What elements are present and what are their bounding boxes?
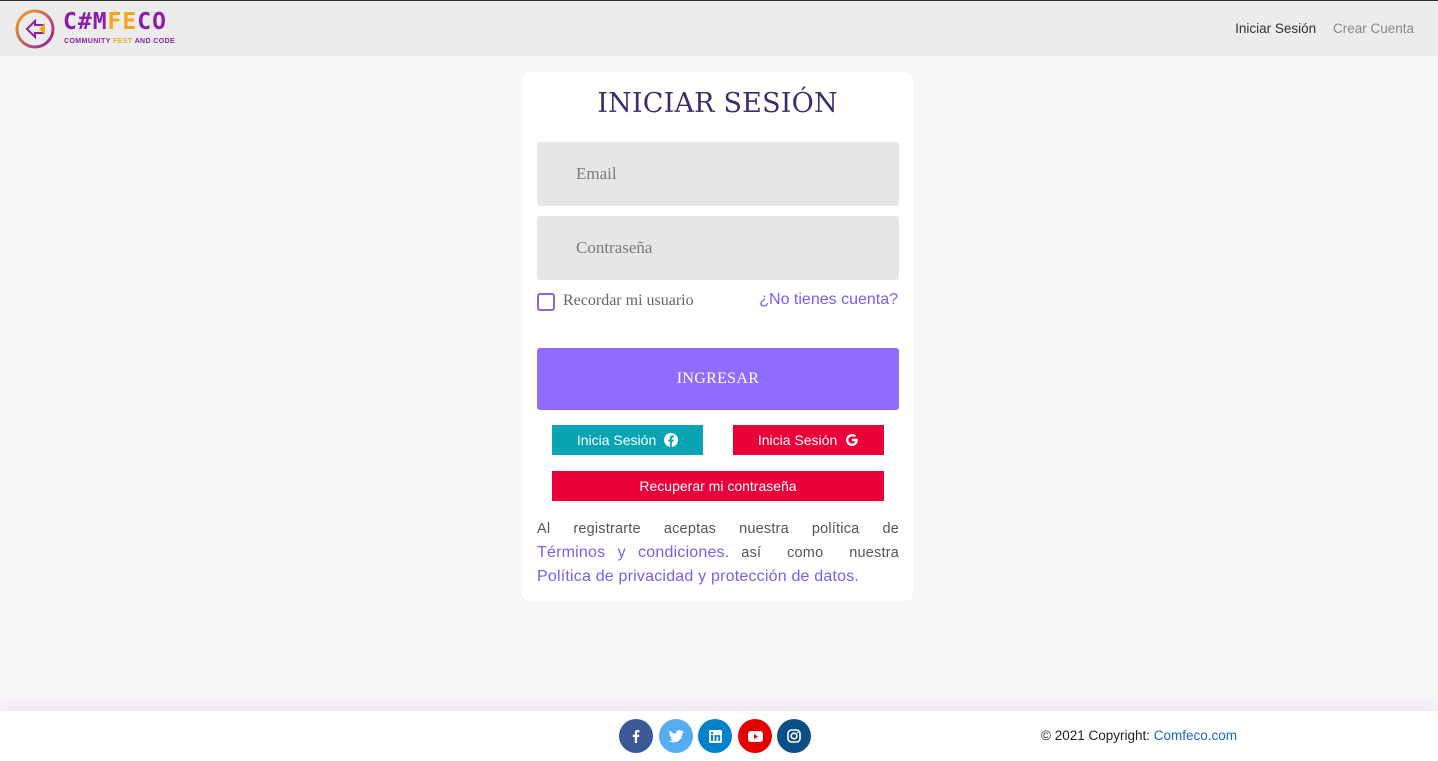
facebook-icon	[664, 433, 679, 447]
recover-password-button[interactable]: Recuperar mi contraseña	[552, 471, 884, 501]
password-input[interactable]	[537, 216, 899, 280]
logo-emblem-icon	[15, 9, 55, 49]
facebook-icon[interactable]	[619, 719, 653, 753]
terms-text-2: así como nuestra	[741, 545, 899, 561]
nav-signup-link[interactable]: Crear Cuenta	[1333, 21, 1414, 36]
twitter-icon[interactable]	[659, 719, 693, 753]
facebook-login-label: Inicia Sesión	[576, 432, 657, 448]
nav-links: Iniciar Sesión Crear Cuenta	[1222, 21, 1414, 36]
login-submit-button[interactable]: INGRESAR	[537, 348, 899, 410]
no-account-link[interactable]: ¿No tienes cuenta?	[759, 291, 898, 309]
nav-login-link[interactable]: Iniciar Sesión	[1235, 21, 1316, 36]
google-login-button[interactable]: Inicia Sesión	[733, 425, 884, 455]
facebook-login-button[interactable]: Inicia Sesión	[552, 425, 703, 455]
login-card: INICIAR SESIÓN Recordar mi usuario ¿No t…	[522, 72, 913, 601]
remember-checkbox[interactable]	[537, 293, 555, 311]
footer: © 2021 Copyright: Comfeco.com	[0, 711, 1438, 761]
linkedin-icon[interactable]	[698, 719, 732, 753]
youtube-icon[interactable]	[738, 719, 772, 753]
navbar: C#MFECO COMMUNITY FEST AND CODE Iniciar …	[0, 0, 1438, 56]
copyright: © 2021 Copyright: Comfeco.com	[1041, 728, 1237, 743]
logo-subtitle: COMMUNITY FEST AND CODE	[64, 38, 176, 45]
remember-label: Recordar mi usuario	[563, 292, 694, 309]
instagram-icon[interactable]	[777, 719, 811, 753]
copyright-text: © 2021 Copyright:	[1041, 728, 1154, 743]
email-input[interactable]	[537, 142, 899, 206]
page-title: INICIAR SESIÓN	[597, 88, 838, 119]
terms-link[interactable]: Términos y condiciones.	[537, 544, 729, 561]
privacy-link[interactable]: Política de privacidad y protección de d…	[537, 568, 859, 585]
terms-text: Al registrarte aceptas nuestra política …	[537, 521, 899, 537]
google-login-label: Inicia Sesión	[757, 432, 838, 448]
terms-notice: Al registrarte aceptas nuestra política …	[537, 518, 899, 589]
comfeco-logo[interactable]: C#MFECO COMMUNITY FEST AND CODE	[13, 8, 193, 50]
copyright-link[interactable]: Comfeco.com	[1154, 728, 1237, 743]
google-icon	[846, 434, 858, 446]
logo-title: C#MFECO	[63, 9, 167, 35]
